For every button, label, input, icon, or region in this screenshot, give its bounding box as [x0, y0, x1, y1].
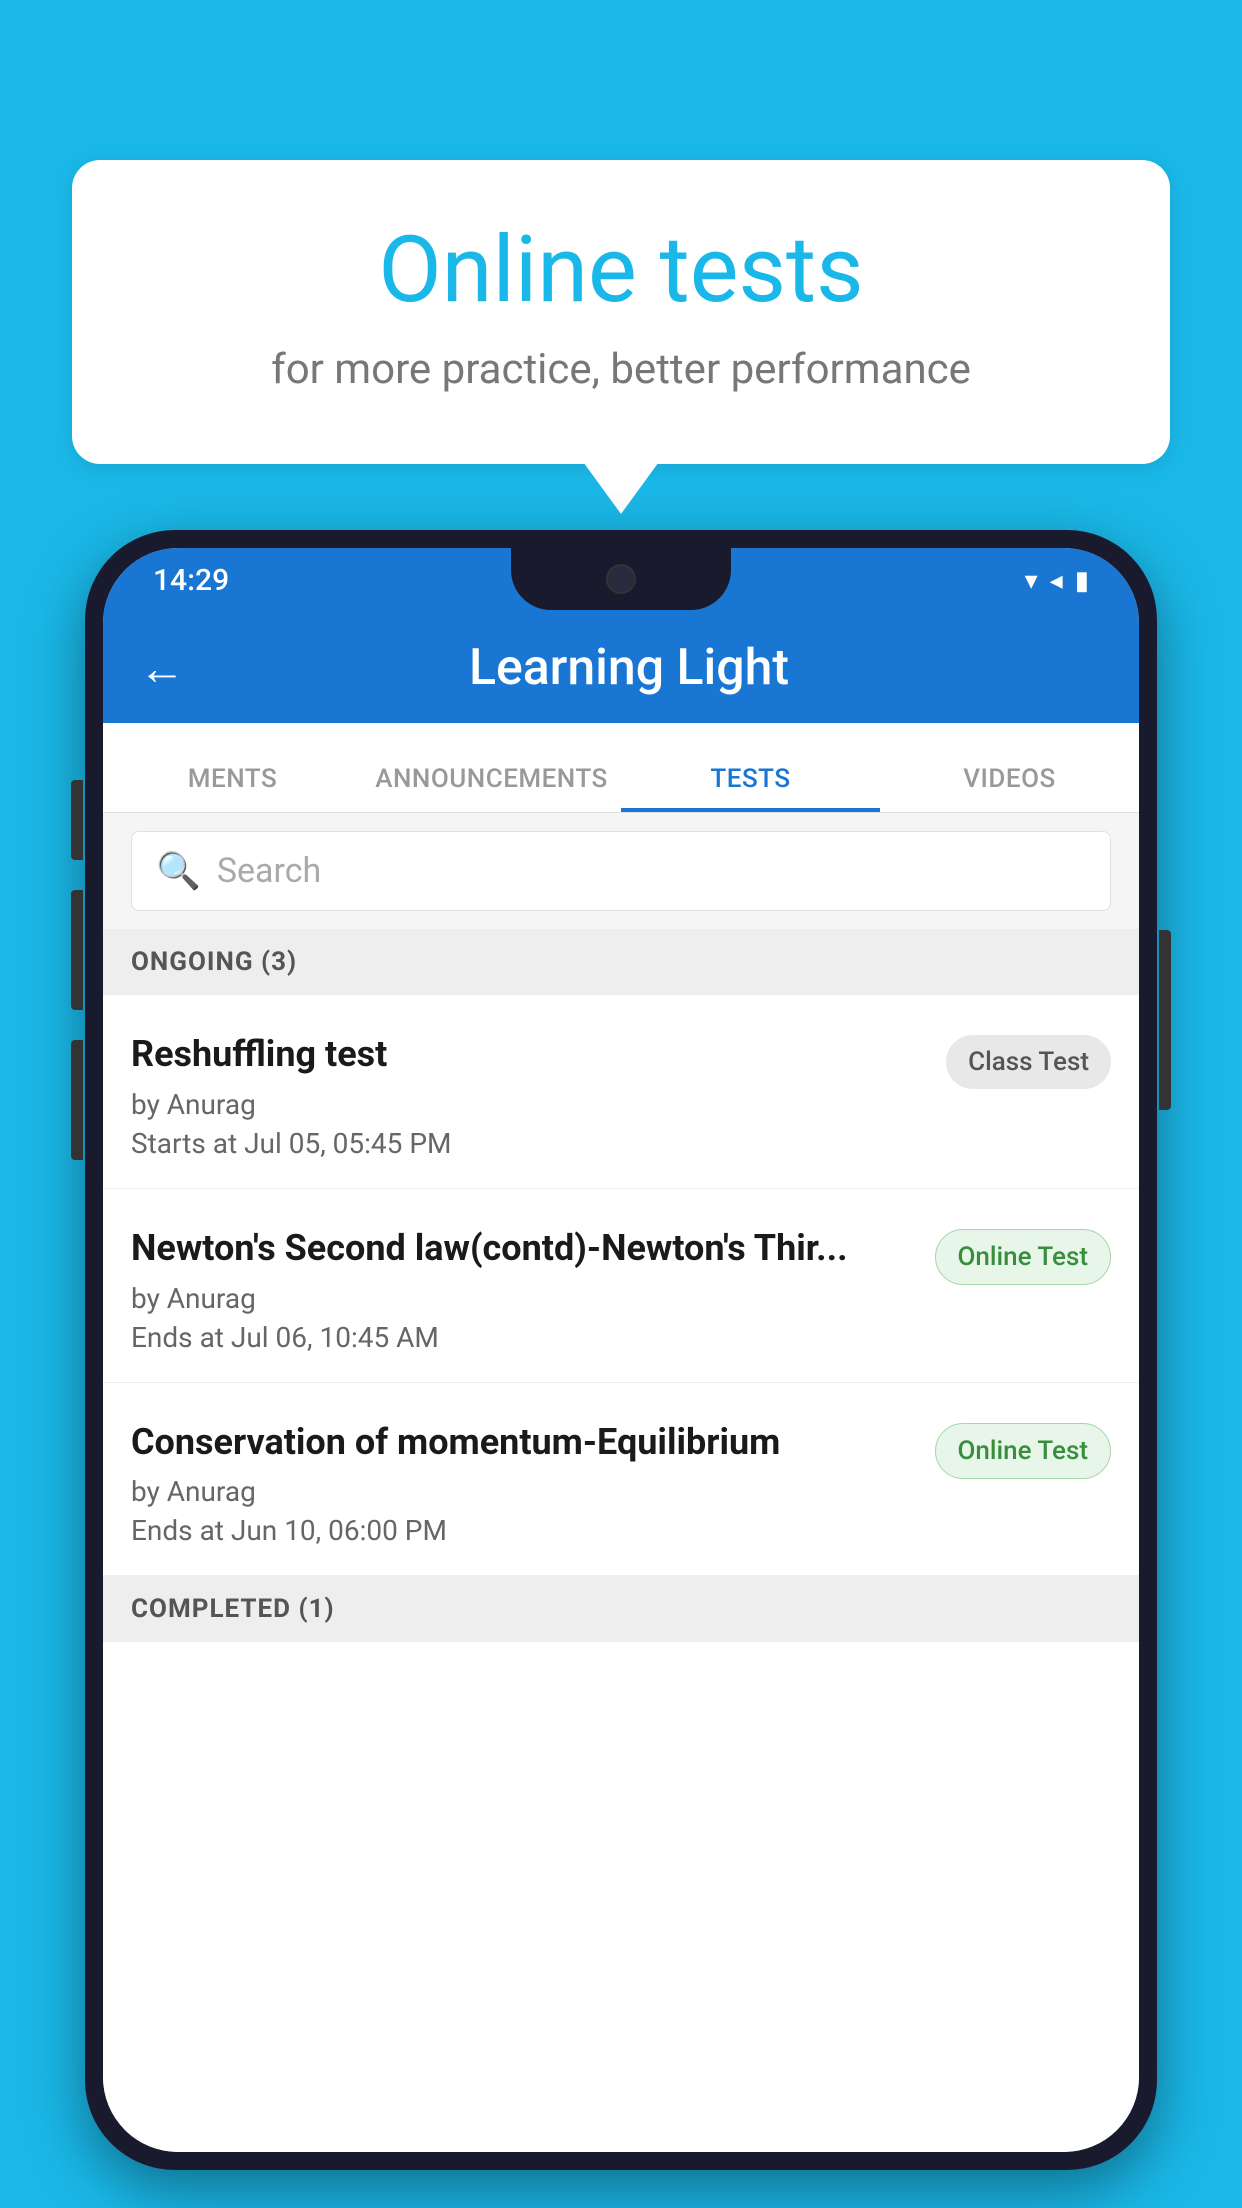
camera-button	[71, 1040, 83, 1160]
search-input-wrapper[interactable]: 🔍 Search	[131, 831, 1111, 911]
ongoing-section-header: ONGOING (3)	[103, 929, 1139, 995]
battery-icon: ▮	[1075, 566, 1089, 596]
tab-announcements[interactable]: ANNOUNCEMENTS	[362, 764, 621, 812]
status-icons: ▾ ◂ ▮	[1025, 566, 1089, 596]
bubble-title: Online tests	[122, 220, 1120, 321]
test-badge-2: Online Test	[935, 1229, 1112, 1285]
search-bar: 🔍 Search	[103, 813, 1139, 929]
tab-videos[interactable]: VIDEOS	[880, 764, 1139, 812]
status-time: 14:29	[153, 563, 229, 598]
volume-up-button	[71, 780, 83, 860]
app-bar: ← Learning Light	[103, 613, 1139, 723]
test-author-3: by Anurag	[131, 1475, 915, 1508]
test-info-2: Newton's Second law(contd)-Newton's Thir…	[131, 1225, 915, 1354]
test-info-3: Conservation of momentum-Equilibrium by …	[131, 1419, 915, 1548]
app-title: Learning Light	[215, 639, 1043, 697]
search-input[interactable]: Search	[217, 851, 321, 891]
test-badge-1: Class Test	[946, 1035, 1111, 1089]
test-item-2[interactable]: Newton's Second law(contd)-Newton's Thir…	[103, 1189, 1139, 1383]
volume-down-button	[71, 890, 83, 1010]
phone-frame: 14:29 ▾ ◂ ▮ ← Learning Light MENTS ANNOU…	[85, 530, 1157, 2170]
test-item-1[interactable]: Reshuffling test by Anurag Starts at Jul…	[103, 995, 1139, 1189]
power-button	[1159, 930, 1171, 1110]
phone-notch	[511, 548, 731, 610]
signal-icon: ◂	[1050, 566, 1063, 596]
test-author-1: by Anurag	[131, 1088, 926, 1121]
test-badge-3: Online Test	[935, 1423, 1112, 1479]
phone-screen: 14:29 ▾ ◂ ▮ ← Learning Light MENTS ANNOU…	[103, 548, 1139, 2152]
test-date-2: Ends at Jul 06, 10:45 AM	[131, 1321, 915, 1354]
wifi-icon: ▾	[1025, 566, 1038, 596]
phone-wrapper: 14:29 ▾ ◂ ▮ ← Learning Light MENTS ANNOU…	[85, 530, 1157, 2208]
search-icon: 🔍	[156, 850, 201, 892]
test-author-2: by Anurag	[131, 1282, 915, 1315]
tabs-bar: MENTS ANNOUNCEMENTS TESTS VIDEOS	[103, 723, 1139, 813]
speech-bubble: Online tests for more practice, better p…	[72, 160, 1170, 464]
tab-ments[interactable]: MENTS	[103, 764, 362, 812]
test-name-2: Newton's Second law(contd)-Newton's Thir…	[131, 1225, 915, 1272]
front-camera	[606, 564, 636, 594]
test-list: Reshuffling test by Anurag Starts at Jul…	[103, 995, 1139, 2152]
test-date-1: Starts at Jul 05, 05:45 PM	[131, 1127, 926, 1160]
test-date-3: Ends at Jun 10, 06:00 PM	[131, 1514, 915, 1547]
test-name-3: Conservation of momentum-Equilibrium	[131, 1419, 915, 1466]
test-info-1: Reshuffling test by Anurag Starts at Jul…	[131, 1031, 926, 1160]
tab-tests[interactable]: TESTS	[621, 764, 880, 812]
test-item-3[interactable]: Conservation of momentum-Equilibrium by …	[103, 1383, 1139, 1577]
bubble-subtitle: for more practice, better performance	[122, 345, 1120, 394]
test-name-1: Reshuffling test	[131, 1031, 926, 1078]
completed-section-header: COMPLETED (1)	[103, 1576, 1139, 1642]
back-button[interactable]: ←	[139, 641, 185, 696]
